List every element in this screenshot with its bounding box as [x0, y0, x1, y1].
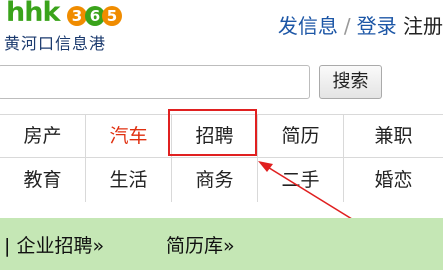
logo-subtitle: 黄河口信息港: [4, 34, 107, 53]
category-resume[interactable]: 简历: [258, 114, 344, 158]
search-input[interactable]: [0, 65, 310, 99]
green-bar: | 企业招聘» 简历库»: [0, 218, 443, 270]
logo-text: hhk: [6, 0, 60, 28]
category-education[interactable]: 教育: [0, 158, 86, 202]
nav-separator: /: [343, 14, 351, 38]
category-life[interactable]: 生活: [86, 158, 172, 202]
login-link[interactable]: 登录: [357, 14, 397, 38]
search-row: 搜索: [0, 60, 443, 102]
header: hhk 3 6 5 黄河口信息港 发信息 / 登录 注册: [0, 0, 443, 53]
category-parttime[interactable]: 兼职: [344, 114, 443, 158]
post-info-link[interactable]: 发信息: [278, 14, 338, 38]
search-button[interactable]: 搜索: [319, 65, 382, 99]
category-marriage[interactable]: 婚恋: [344, 158, 443, 202]
category-house[interactable]: 房产: [0, 114, 86, 158]
category-secondhand[interactable]: 二手: [258, 158, 344, 202]
category-car[interactable]: 汽车: [86, 114, 172, 158]
top-nav: 发信息 / 登录 注册: [278, 10, 443, 39]
register-link[interactable]: 注册: [403, 14, 443, 38]
highlight-box: [168, 109, 257, 156]
logo-digit: 3: [67, 6, 87, 26]
site-logo[interactable]: hhk 3 6 5 黄河口信息港: [0, 0, 140, 53]
company-jobs-link[interactable]: | 企业招聘»: [4, 231, 104, 258]
resume-library-link[interactable]: 简历库»: [166, 231, 235, 258]
logo-digit: 5: [102, 6, 122, 26]
category-business[interactable]: 商务: [172, 158, 258, 202]
